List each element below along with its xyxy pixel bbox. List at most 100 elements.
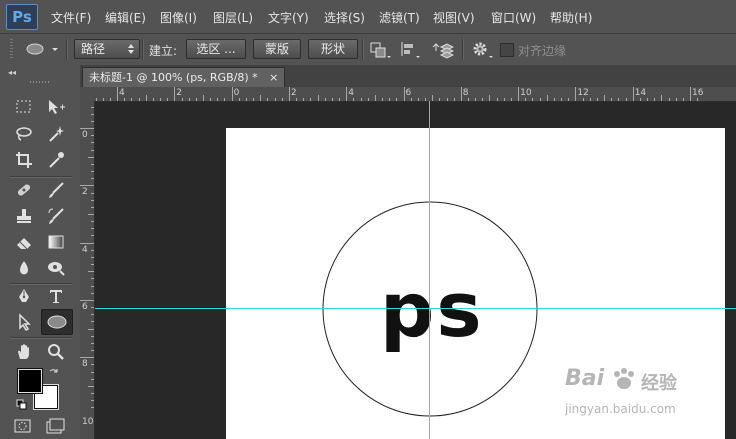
ruler-tick <box>91 192 94 194</box>
default-colors-button[interactable] <box>16 399 28 411</box>
ruler-tick <box>382 98 383 101</box>
ruler-origin[interactable] <box>80 87 95 101</box>
screen-mode-button[interactable] <box>46 418 68 434</box>
geometry-settings-button[interactable] <box>470 39 496 61</box>
clone-stamp-tool[interactable] <box>13 205 35 227</box>
align-edges-checkbox[interactable] <box>500 43 514 57</box>
path-operations-button[interactable] <box>368 39 392 61</box>
eraser-tool[interactable] <box>13 231 35 253</box>
vertical-guide[interactable] <box>429 101 430 439</box>
path-selection-tool[interactable] <box>13 311 35 333</box>
ruler-tick <box>88 271 94 273</box>
tools-separator <box>10 337 72 339</box>
gradient-tool[interactable] <box>45 231 67 253</box>
history-brush-tool[interactable] <box>45 205 67 227</box>
horizontal-ruler[interactable]: 4 2 0 2 4 6 8 10 12 14 16 <box>95 87 736 102</box>
lasso-tool[interactable] <box>13 123 35 145</box>
ruler-tick <box>432 95 434 101</box>
ruler-tick <box>88 328 94 330</box>
tool-preset-picker[interactable] <box>20 39 64 59</box>
ruler-tick <box>91 407 94 409</box>
horizontal-guide[interactable] <box>95 308 736 309</box>
canvas-text-layer[interactable]: ps <box>380 265 484 354</box>
ellipse-tool-active[interactable] <box>41 309 73 335</box>
ruler-tick <box>109 98 111 101</box>
ruler-tick <box>224 98 226 101</box>
menu-window[interactable]: 窗口(W) <box>491 9 536 26</box>
foreground-color-swatch[interactable] <box>17 368 43 394</box>
zoom-tool[interactable] <box>45 341 67 363</box>
close-tab-icon[interactable]: × <box>269 71 278 84</box>
blur-tool[interactable] <box>13 257 35 279</box>
ruler-tick <box>91 163 94 165</box>
dodge-tool[interactable] <box>45 257 67 279</box>
make-mask-button[interactable]: 蒙版 <box>253 39 301 59</box>
ruler-tick <box>160 98 161 101</box>
pen-icon <box>19 289 29 302</box>
ruler-tick <box>611 98 613 101</box>
panel-grip[interactable] <box>30 81 50 83</box>
type-tool[interactable] <box>45 285 67 307</box>
quick-mask-button[interactable] <box>14 418 32 434</box>
history-brush-icon <box>48 208 64 224</box>
vertical-ruler-label: 2 <box>82 187 88 198</box>
eyedropper-tool[interactable] <box>45 149 67 171</box>
ruler-tick <box>331 98 333 101</box>
ruler-tick <box>91 264 94 266</box>
menu-edit[interactable]: 编辑(E) <box>105 9 146 26</box>
menu-help[interactable]: 帮助(H) <box>550 9 592 26</box>
collapse-panel-icon[interactable]: ◂◂ <box>8 68 16 77</box>
separator <box>66 39 68 60</box>
swap-colors-button[interactable] <box>48 367 60 379</box>
make-label: 建立: <box>149 44 178 58</box>
menu-view[interactable]: 视图(V) <box>433 9 475 26</box>
menu-select[interactable]: 选择(S) <box>324 9 365 26</box>
ruler-tick <box>91 307 94 309</box>
healing-brush-tool[interactable] <box>13 179 35 201</box>
horizontal-ruler-label: 8 <box>462 88 469 98</box>
ruler-tick <box>460 87 462 101</box>
path-alignment-button[interactable] <box>398 39 422 61</box>
ruler-tick <box>131 98 133 101</box>
brush-tool[interactable] <box>45 179 67 201</box>
pen-tool[interactable] <box>13 285 35 307</box>
ruler-tick <box>475 98 477 101</box>
ruler-tick <box>525 98 527 101</box>
ruler-tick <box>589 98 591 101</box>
ruler-tick <box>91 378 94 380</box>
ruler-tick <box>510 98 512 101</box>
marquee-tool[interactable] <box>13 96 35 118</box>
options-bar-grip[interactable] <box>10 39 13 60</box>
ruler-tick <box>403 87 405 101</box>
ruler-tick <box>267 98 269 101</box>
align-edges-label: 对齐边缘 <box>518 44 567 58</box>
magic-wand-tool[interactable] <box>45 123 67 145</box>
path-mode-select[interactable]: 路径 <box>74 39 140 59</box>
crop-tool[interactable] <box>13 149 35 171</box>
menu-type[interactable]: 文字(Y) <box>268 9 309 26</box>
make-shape-button[interactable]: 形状 <box>308 39 358 59</box>
move-tool[interactable] <box>45 96 67 118</box>
zoom-icon <box>48 344 64 360</box>
ruler-tick <box>91 171 94 172</box>
path-operations-icon <box>370 42 391 58</box>
vertical-ruler[interactable]: 0 2 4 6 8 10 <box>80 101 95 439</box>
menu-image[interactable]: 图像(I) <box>160 9 197 26</box>
path-arrangement-button[interactable] <box>428 39 455 61</box>
ruler-tick <box>253 98 255 101</box>
ellipse-shape-icon <box>47 315 67 329</box>
swap-arrows-icon <box>49 369 58 373</box>
ruler-tick <box>654 98 656 101</box>
menu-filter[interactable]: 滤镜(T) <box>379 9 420 26</box>
document-tab[interactable]: 未标题-1 @ 100% (ps, RGB/8) * × <box>82 67 286 88</box>
ruler-tick <box>360 98 362 101</box>
stamp-icon <box>17 209 31 223</box>
ruler-tick <box>532 98 534 101</box>
tools-panel: ◂◂ <box>0 65 80 439</box>
menu-layer[interactable]: 图层(L) <box>213 9 253 26</box>
make-selection-button[interactable]: 选区 ... <box>186 39 246 59</box>
menu-file[interactable]: 文件(F) <box>51 9 91 26</box>
horizontal-ruler-label: 2 <box>176 88 183 98</box>
ruler-tick <box>138 98 140 101</box>
hand-tool[interactable] <box>13 341 35 363</box>
